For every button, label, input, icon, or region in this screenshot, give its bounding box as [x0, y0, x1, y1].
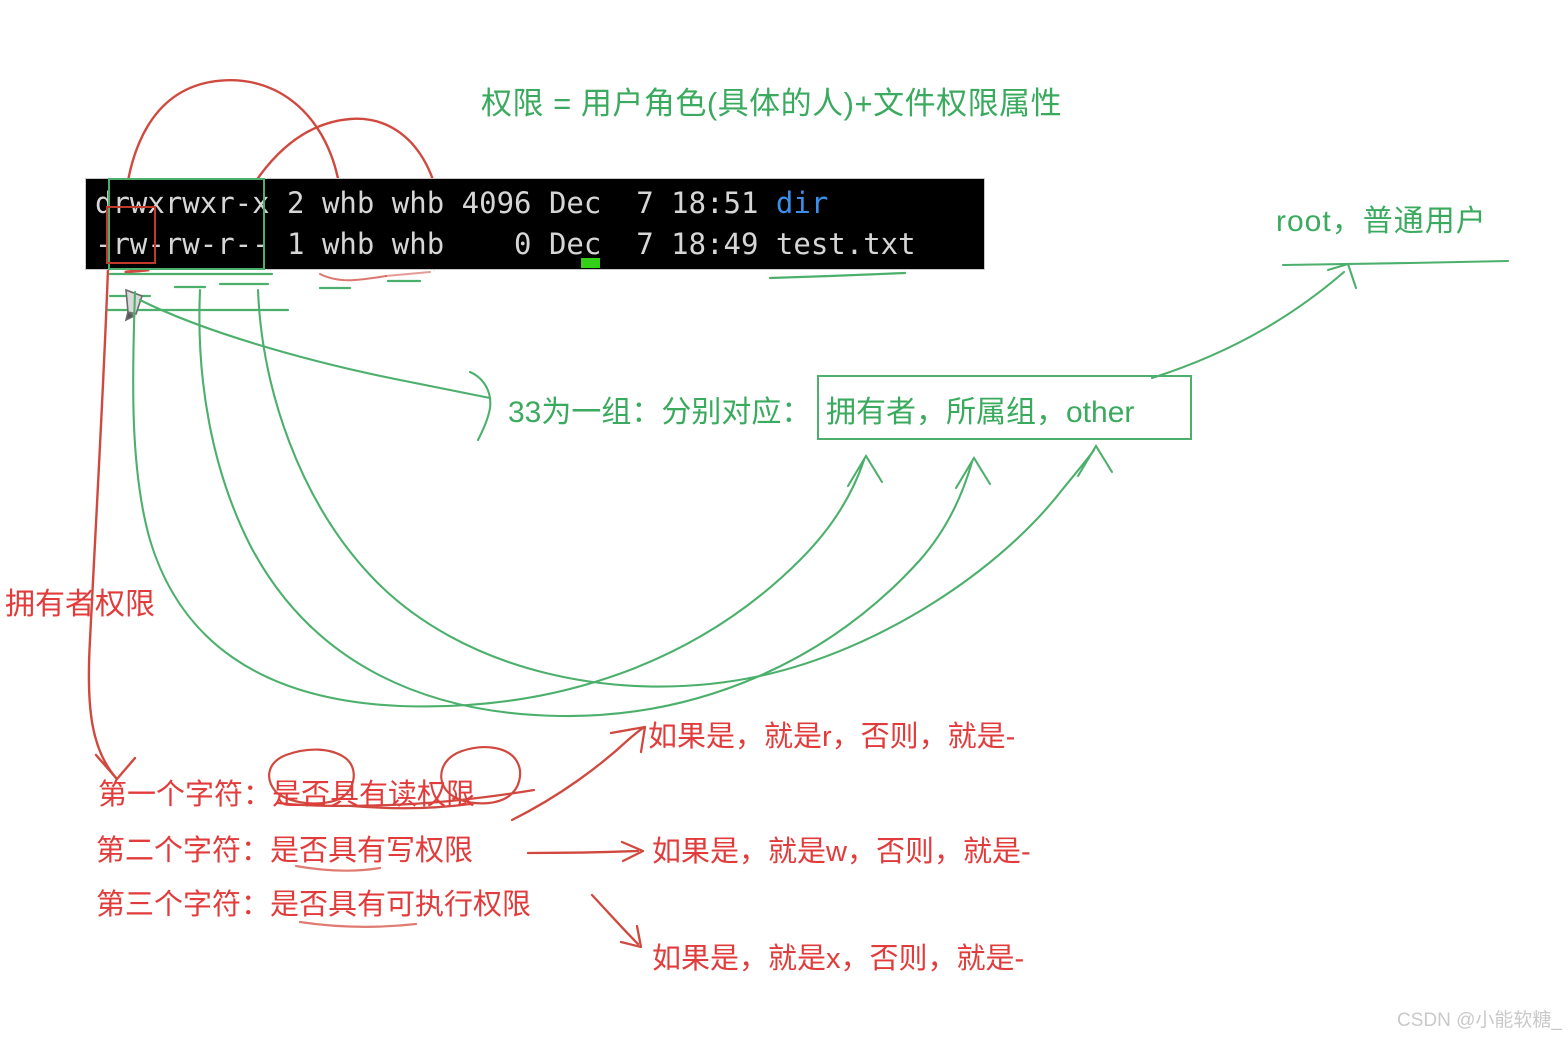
user-roles-label: root，普通用户 [1276, 205, 1487, 238]
green-roles-underline [1281, 261, 1412, 267]
red-arrow-rule3-to-result3 [590, 893, 640, 946]
char-rule-3: 第三个字符：是否具有可执行权限 [96, 889, 532, 921]
csdn-watermark: CSDN @小能软糖_ [1397, 1010, 1562, 1031]
red-arrow-rule1-to-result1 [510, 726, 645, 822]
group-targets-label: 拥有者，所属组，other [826, 396, 1135, 429]
green-arrow-head-other [1076, 443, 1114, 478]
title-note: 权限 = 用户角色(具体的人)+文件权限属性 [481, 86, 1063, 121]
red-arrow-rule2-to-result2 [526, 849, 640, 855]
char-rule-2: 第二个字符：是否具有写权限 [96, 835, 474, 867]
red-underline-perm-2 [124, 268, 150, 274]
pencil-icon [124, 288, 144, 322]
green-tick-7 [828, 271, 907, 278]
red-squiggle-below-terminal-2 [385, 271, 431, 277]
green-tick-6 [768, 274, 832, 280]
green-arrow-head-roles [1326, 262, 1358, 290]
result-rule-1: 如果是，就是r，否则，就是- [648, 721, 1016, 753]
red-line-owner-perm [87, 266, 118, 780]
green-arrow-head-owner [846, 453, 884, 488]
red-underline-rule3 [298, 920, 418, 928]
green-arrow-head-group [954, 455, 992, 490]
owner-permission-label: 拥有者权限 [5, 588, 155, 621]
red-arrow-head-owner-perm [94, 753, 137, 781]
char-rule-1: 第一个字符：是否具有读权限 [98, 779, 476, 811]
terminal-filename-dir: dir [775, 186, 829, 220]
terminal-cursor-block [581, 258, 600, 268]
triple-group-label: 33为一组：分别对应： [508, 396, 812, 429]
green-curve-other [256, 288, 1096, 688]
owner-permission-red-box [106, 206, 156, 264]
green-label-pointer [138, 298, 492, 400]
red-arrow-head-result1 [609, 725, 647, 754]
green-curve-group [198, 288, 974, 718]
annotated-diagram-canvas: drwxrwxr-x 2 whb whb 4096 Dec 7 18:51 di… [0, 0, 1568, 1046]
result-rule-2: 如果是，就是w，否则，就是- [652, 836, 1031, 868]
green-roles-underline-2 [1408, 259, 1510, 265]
green-arrow-to-roles [1150, 270, 1346, 380]
green-label-pointer-hook [468, 370, 492, 442]
red-arrow-head-result2 [620, 840, 645, 863]
green-curve-owner [132, 290, 866, 708]
red-arrow-head-result3 [619, 924, 643, 949]
result-rule-3: 如果是，就是x，否则，就是- [652, 943, 1025, 975]
red-squiggle-below-terminal [319, 273, 387, 282]
